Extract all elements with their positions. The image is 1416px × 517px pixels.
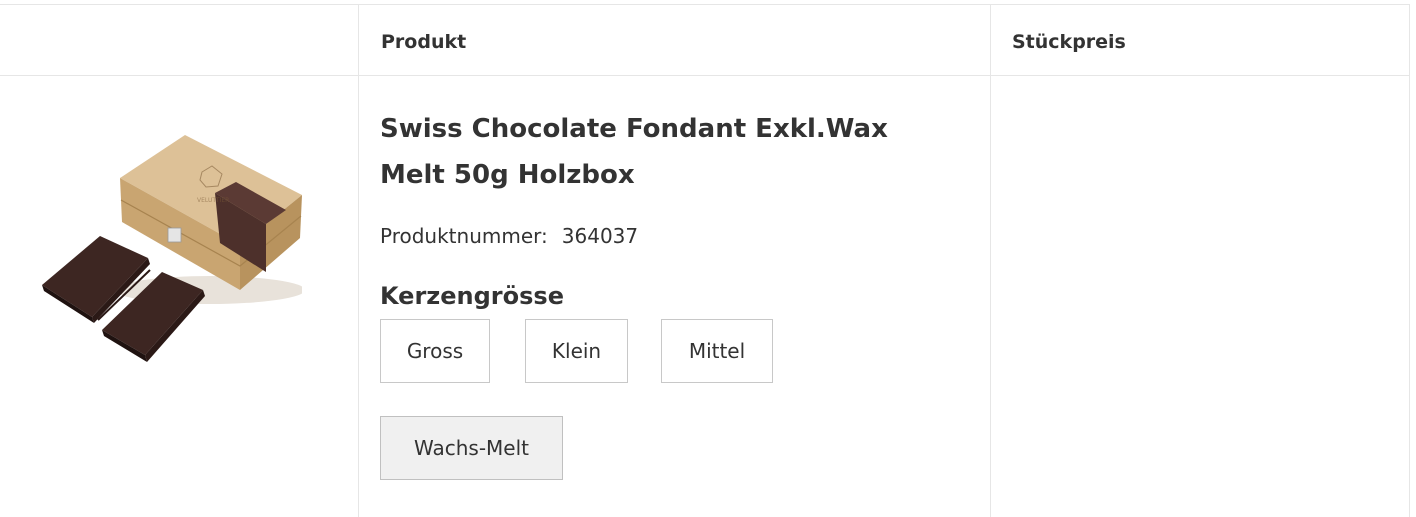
option-gross-button[interactable]: Gross [380, 319, 490, 383]
column-divider [358, 4, 359, 517]
product-title[interactable]: Swiss Chocolate Fondant Exkl.Wax Melt 50… [380, 106, 960, 198]
option-wachs-melt-button[interactable]: Wachs-Melt [380, 416, 563, 480]
column-header-product: Produkt [381, 31, 467, 53]
table-header-row [0, 4, 1410, 76]
brand-emboss-text: VELUTTIER [197, 197, 229, 204]
option-mittel-button[interactable]: Mittel [661, 319, 773, 383]
product-image[interactable]: VELUTTIER [40, 130, 305, 365]
column-divider [1409, 4, 1410, 517]
candle-size-heading: Kerzengrösse [380, 282, 564, 310]
option-klein-button[interactable]: Klein [525, 319, 628, 383]
product-number-label: Produktnummer: [380, 224, 548, 248]
product-number: Produktnummer: 364037 [380, 222, 638, 250]
column-divider [990, 4, 991, 517]
column-header-price: Stückpreis [1012, 31, 1126, 53]
product-photo-icon: VELUTTIER [42, 135, 305, 362]
product-table: Produkt Stückpreis VELUTTIER Swiss Choco… [0, 0, 1410, 517]
product-number-value: 364037 [561, 224, 639, 248]
